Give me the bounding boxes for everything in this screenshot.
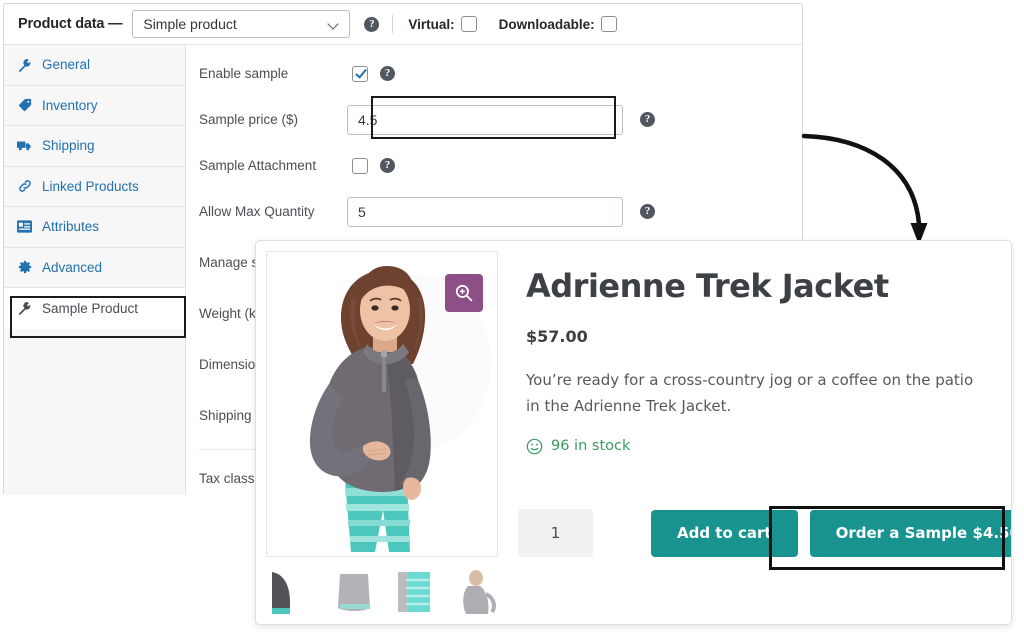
sidebar-item-advanced[interactable]: Advanced (4, 248, 185, 288)
product-preview-card: Adrienne Trek Jacket $57.00 You’re ready… (255, 240, 1012, 625)
sidebar-item-label: Shipping (42, 138, 95, 154)
sidebar-item-label: Linked Products (42, 178, 139, 194)
wrench-icon (16, 301, 33, 316)
sidebar-item-label: Advanced (42, 259, 103, 275)
sidebar-item-label: Sample Product (42, 300, 139, 316)
gear-icon (16, 260, 33, 274)
sidebar-item-label: Inventory (42, 97, 98, 113)
product-data-header: Product data — Simple product ? Virtual:… (4, 4, 802, 45)
thumbnail-2[interactable] (328, 566, 380, 618)
quantity-stepper[interactable]: 1 (518, 509, 593, 557)
thumbnail-4[interactable] (452, 566, 498, 618)
help-icon[interactable]: ? (364, 16, 380, 32)
downloadable-label: Downloadable: (498, 16, 595, 32)
annotation-arrow (801, 133, 928, 245)
form-row-allow-max-quantity: Allow Max Quantity 5 ? (186, 186, 802, 237)
sidebar-item-attributes[interactable]: Attributes (4, 207, 185, 248)
enable-sample-label: Enable sample (199, 66, 289, 81)
chevron-down-icon (328, 18, 340, 30)
stock-label: 96 in stock (551, 438, 631, 455)
link-icon (16, 179, 33, 193)
allow-max-quantity-label: Allow Max Quantity (199, 204, 315, 219)
sample-attachment-label: Sample Attachment (199, 158, 317, 173)
virtual-checkbox-group[interactable]: Virtual: (408, 16, 477, 32)
sidebar-item-inventory[interactable]: Inventory (4, 86, 185, 126)
wrench-icon (16, 58, 33, 72)
sidebar-item-linked-products[interactable]: Linked Products (4, 167, 185, 207)
zoom-button[interactable] (445, 274, 483, 312)
virtual-label: Virtual: (408, 16, 455, 32)
sample-price-label: Sample price ($) (199, 112, 299, 127)
list-icon (16, 220, 33, 233)
product-data-tabs: General Inventory Shipping Linked Produc… (4, 45, 186, 495)
sample-price-input[interactable]: 4.5 (347, 104, 623, 135)
sidebar-item-shipping[interactable]: Shipping (4, 126, 185, 167)
sample-attachment-checkbox[interactable] (352, 157, 368, 174)
enable-sample-checkbox[interactable] (352, 65, 368, 82)
form-row-sample-price: Sample price ($) 4.5 ? (186, 94, 802, 145)
product-gallery (256, 241, 504, 624)
product-price: $57.00 (526, 327, 588, 346)
sidebar-item-label: General (42, 57, 91, 73)
form-row-sample-attachment: Sample Attachment ? (186, 145, 802, 186)
magnifier-plus-icon (455, 284, 473, 302)
screenshot-root: Product data — Simple product ? Virtual:… (0, 0, 1024, 634)
add-to-cart-button[interactable]: Add to cart (651, 509, 798, 557)
help-icon[interactable]: ? (380, 158, 395, 173)
product-type-select[interactable]: Simple product (132, 10, 351, 38)
thumbnail-3[interactable] (390, 566, 442, 618)
product-description: You’re ready for a cross-country jog or … (526, 371, 974, 415)
smiley-icon (526, 438, 543, 455)
product-title: Adrienne Trek Jacket (526, 267, 889, 305)
product-main-image[interactable] (266, 251, 498, 557)
product-type-value: Simple product (143, 16, 237, 32)
help-icon[interactable]: ? (380, 66, 395, 81)
sidebar-item-sample-product[interactable]: Sample Product (4, 288, 185, 329)
product-actions: 1 Add to cart Order a Sample $4.50 (518, 509, 1011, 557)
help-icon[interactable]: ? (640, 204, 655, 219)
thumbnail-1[interactable] (266, 566, 318, 618)
allow-max-quantity-input[interactable]: 5 (347, 196, 623, 227)
stock-status: 96 in stock (526, 438, 981, 455)
truck-icon (16, 138, 33, 153)
virtual-checkbox[interactable] (460, 16, 477, 32)
page-title: Product data — (18, 16, 123, 32)
form-row-enable-sample: Enable sample ? (186, 53, 802, 94)
sidebar-item-label: Attributes (42, 219, 100, 235)
downloadable-checkbox-group[interactable]: Downloadable: (499, 16, 617, 32)
product-thumbnails (266, 566, 498, 618)
downloadable-checkbox[interactable] (600, 16, 617, 32)
order-sample-button[interactable]: Order a Sample $4.50 (809, 509, 1011, 557)
product-info: Adrienne Trek Jacket $57.00 You’re ready… (504, 241, 1011, 624)
divider (392, 15, 394, 33)
help-icon[interactable]: ? (640, 112, 655, 127)
tag-icon (16, 98, 33, 112)
sidebar-item-general[interactable]: General (4, 45, 185, 86)
